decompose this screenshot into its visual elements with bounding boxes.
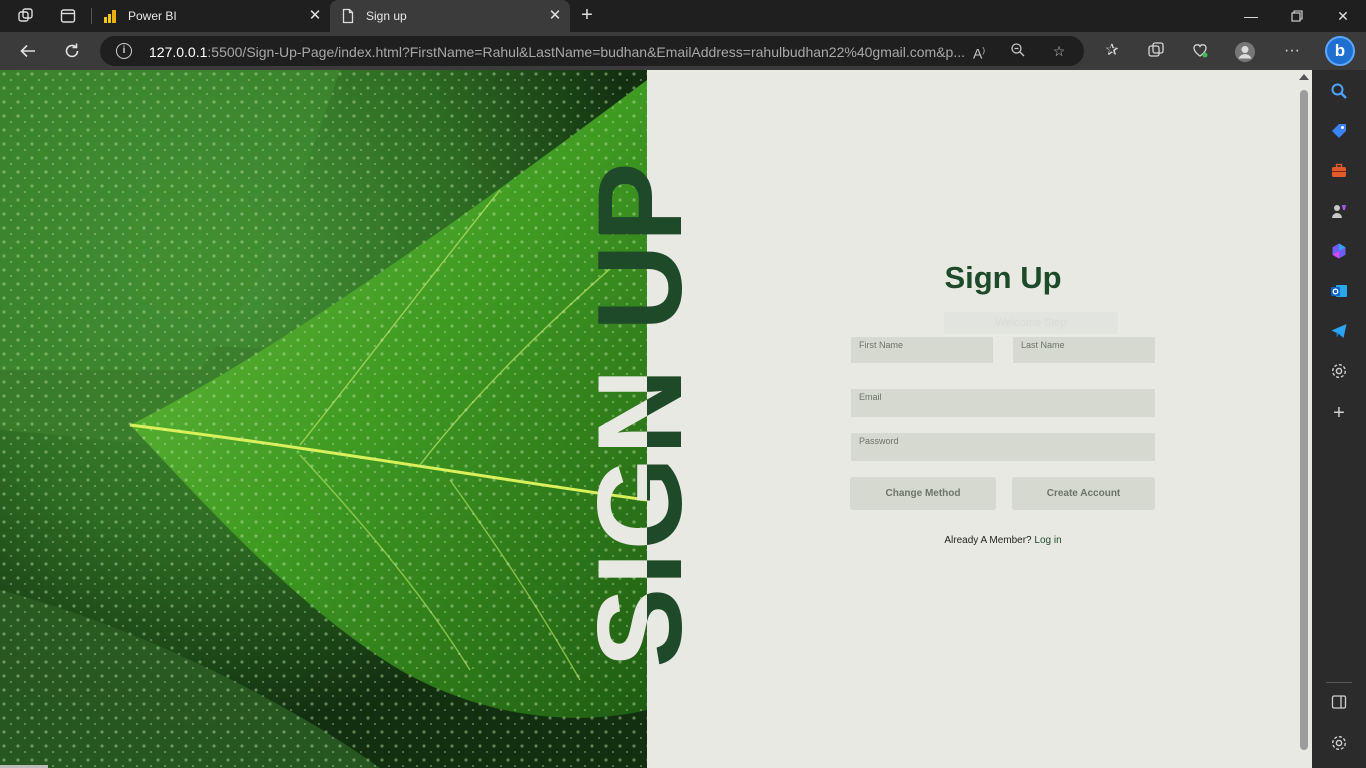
microsoft-365-icon[interactable]	[1329, 242, 1349, 262]
favorite-star-icon[interactable]: ☆	[1050, 42, 1068, 60]
search-icon[interactable]	[1329, 82, 1349, 102]
login-link[interactable]: Log in	[1034, 535, 1061, 546]
vertical-title-left: SIGN UP	[0, 70, 647, 768]
shopping-tag-icon[interactable]	[1329, 122, 1349, 142]
tab-bar: Power BI ✕ Sign up ✕ + — ✕	[0, 0, 1366, 32]
power-bi-icon	[102, 8, 118, 24]
page-viewport: SIGN UP SIGN UP Sign Up Welcome Step Fir…	[0, 70, 1312, 768]
last-name-field[interactable]: Last Name	[1013, 337, 1155, 363]
vertical-sign-up-text: SIGN UP	[573, 160, 647, 668]
already-member-text: Already A Member? Log in	[850, 535, 1156, 546]
settings-gear-icon[interactable]	[1329, 362, 1349, 382]
back-icon[interactable]	[14, 38, 42, 64]
tab-actions-icon[interactable]	[58, 6, 78, 26]
toolbar: i 127.0.0.1:5500/Sign-Up-Page/index.html…	[0, 32, 1366, 70]
read-aloud-icon[interactable]: A)	[970, 42, 988, 62]
tab-sign-up[interactable]: Sign up ✕	[330, 0, 570, 32]
tab-power-bi[interactable]: Power BI ✕	[92, 0, 330, 32]
tab-title: Sign up	[366, 9, 407, 23]
scroll-up-arrow-icon[interactable]	[1299, 74, 1309, 80]
close-tab-icon[interactable]: ✕	[546, 7, 564, 25]
more-menu-icon[interactable]: ···	[1282, 41, 1302, 61]
url-host: 127.0.0.1	[149, 44, 208, 60]
profile-avatar[interactable]	[1234, 41, 1255, 62]
first-name-placeholder: First Name	[859, 340, 904, 350]
workspaces-icon[interactable]	[16, 6, 36, 26]
form-title: Sign Up	[944, 260, 1062, 295]
password-field[interactable]: Password	[851, 433, 1155, 461]
outlook-icon[interactable]	[1329, 282, 1349, 302]
send-telegram-icon[interactable]	[1329, 322, 1349, 342]
tools-briefcase-icon[interactable]	[1329, 162, 1349, 182]
scroll-thumb[interactable]	[1300, 90, 1308, 750]
close-window-icon[interactable]: ✕	[1320, 0, 1366, 32]
zoom-out-icon[interactable]	[1009, 42, 1027, 60]
games-icon[interactable]	[1329, 202, 1349, 222]
favorites-icon[interactable]: ✰	[1102, 41, 1122, 61]
email-field[interactable]: Email	[851, 389, 1155, 417]
collections-icon[interactable]	[1146, 41, 1166, 61]
first-name-field[interactable]: First Name	[851, 337, 993, 363]
vertical-title-right: SIGN UP	[647, 70, 747, 768]
address-bar[interactable]: i 127.0.0.1:5500/Sign-Up-Page/index.html…	[100, 36, 1084, 66]
restore-icon[interactable]	[1274, 0, 1320, 32]
vertical-sign-up-text-overflow: SIGN UP	[647, 160, 707, 668]
change-method-button[interactable]: Change Method	[850, 477, 996, 510]
add-sidebar-app-icon[interactable]: +	[1329, 403, 1349, 423]
hide-sidebar-icon[interactable]	[1329, 694, 1349, 714]
new-tab-icon[interactable]: +	[577, 5, 597, 26]
url-text[interactable]: 127.0.0.1:5500/Sign-Up-Page/index.html?F…	[149, 44, 965, 60]
minimize-icon[interactable]: —	[1228, 0, 1274, 32]
page-scrollbar[interactable]	[1296, 70, 1312, 768]
health-heart-icon[interactable]	[1190, 41, 1210, 61]
bing-copilot-icon[interactable]: b	[1325, 36, 1355, 66]
create-account-button[interactable]: Create Account	[1012, 477, 1155, 510]
email-placeholder: Email	[859, 392, 882, 402]
sidebar-divider	[1326, 682, 1352, 683]
form-subtitle: Welcome Step	[944, 312, 1118, 334]
last-name-placeholder: Last Name	[1021, 340, 1065, 350]
close-tab-icon[interactable]: ✕	[306, 7, 324, 25]
password-placeholder: Password	[859, 436, 899, 446]
site-info-icon[interactable]: i	[116, 43, 132, 59]
tab-title: Power BI	[128, 9, 177, 23]
sidebar-settings-icon[interactable]	[1329, 734, 1349, 754]
page-icon	[340, 8, 356, 24]
refresh-icon[interactable]	[58, 38, 86, 64]
edge-sidebar: +	[1312, 70, 1366, 768]
member-prompt: Already A Member?	[944, 535, 1032, 546]
url-path: :5500/Sign-Up-Page/index.html?FirstName=…	[207, 44, 965, 60]
